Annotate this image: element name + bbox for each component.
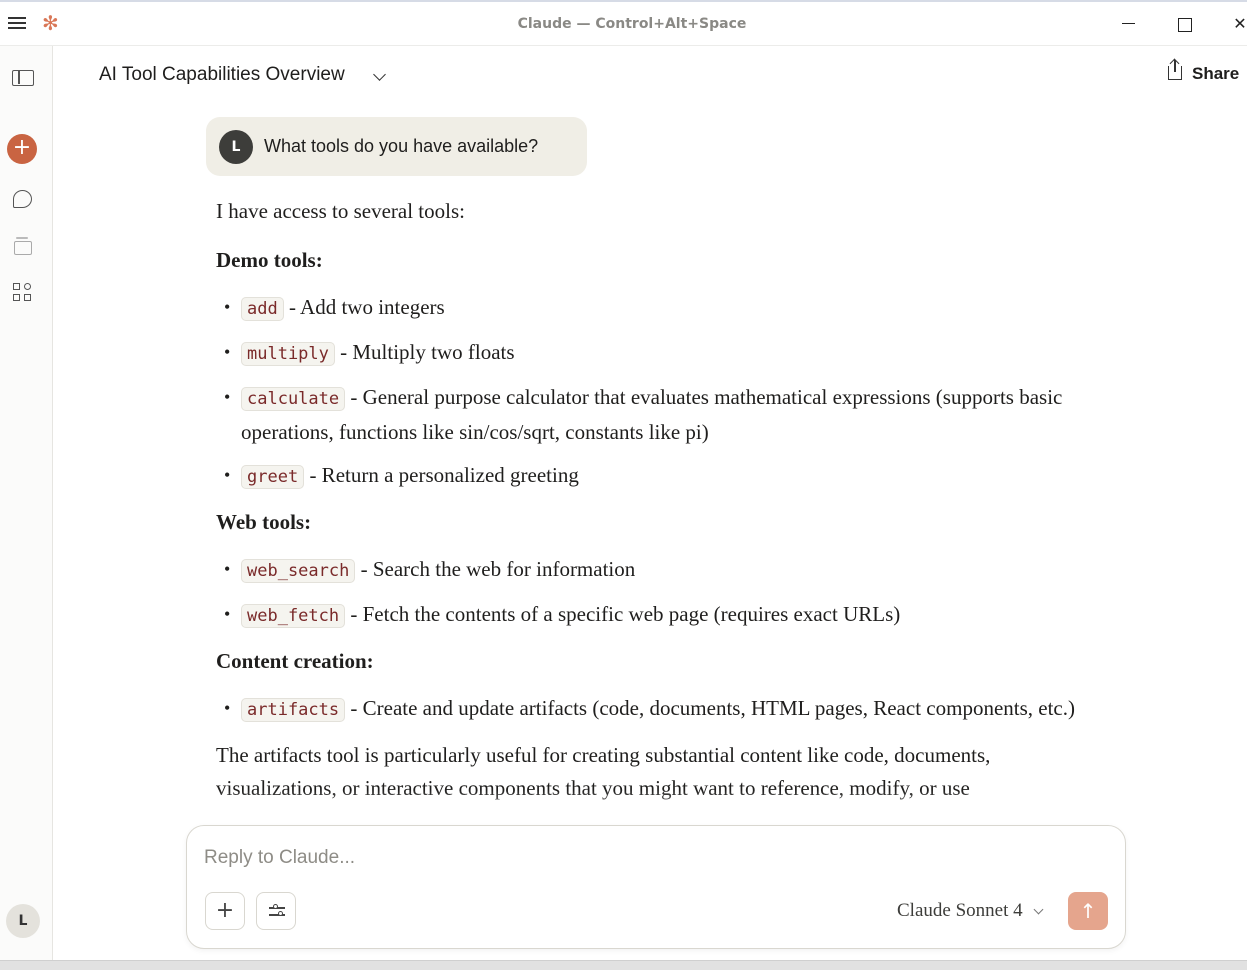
- response-intro: I have access to several tools:: [216, 199, 465, 223]
- tool-description: - Create and update artifacts (code, doc…: [345, 696, 1075, 720]
- tool-description: - Fetch the contents of a specific web p…: [345, 602, 901, 626]
- tool-code: artifacts: [241, 698, 346, 722]
- tool-code: multiply: [241, 342, 335, 366]
- list-item: multiply - Multiply two floats: [216, 336, 1076, 371]
- tool-list: add - Add two integers multiply - Multip…: [216, 291, 1076, 494]
- assistant-response: I have access to several tools: Demo too…: [216, 195, 1076, 821]
- tool-code: web_search: [241, 559, 356, 583]
- new-chat-button[interactable]: +: [7, 134, 37, 164]
- list-item: web_fetch - Fetch the contents of a spec…: [216, 598, 1076, 633]
- conversation-title[interactable]: AI Tool Capabilities Overview: [99, 64, 345, 86]
- model-selector[interactable]: Claude Sonnet 4: [897, 900, 1023, 922]
- close-icon[interactable]: ✕: [1228, 12, 1247, 36]
- list-item: add - Add two integers: [216, 291, 1076, 326]
- section-heading: Content creation:: [216, 649, 374, 673]
- window-bottom-edge: [0, 960, 1247, 970]
- sidebar: + L: [0, 46, 53, 960]
- user-message: L What tools do you have available?: [206, 117, 587, 176]
- composer: + Claude Sonnet 4 ↑: [186, 825, 1126, 949]
- window-title: Claude — Control+Alt+Space: [517, 16, 747, 32]
- list-item: artifacts - Create and update artifacts …: [216, 692, 1076, 727]
- tool-list: artifacts - Create and update artifacts …: [216, 692, 1076, 727]
- chevron-down-icon[interactable]: [1033, 904, 1044, 915]
- share-label: Share: [1192, 64, 1240, 83]
- user-message-text: What tools do you have available?: [264, 136, 539, 156]
- tool-code: calculate: [241, 387, 346, 411]
- list-item: greet - Return a personalized greeting: [216, 459, 1076, 494]
- list-item: calculate - General purpose calculator t…: [216, 381, 1076, 449]
- artifacts-icon[interactable]: [11, 281, 35, 305]
- tool-description: - Multiply two floats: [334, 340, 515, 364]
- section-heading: Web tools:: [216, 510, 312, 534]
- scroll-fade: [53, 790, 1247, 830]
- title-bar: ✻ Claude — Control+Alt+Space ✕: [0, 0, 1247, 46]
- projects-icon[interactable]: [11, 235, 35, 259]
- sidebar-toggle-icon[interactable]: [11, 66, 35, 90]
- user-avatar[interactable]: L: [6, 904, 40, 938]
- tool-code: add: [241, 297, 284, 321]
- minimize-icon[interactable]: [1117, 12, 1141, 36]
- chats-icon[interactable]: [11, 188, 35, 212]
- send-button[interactable]: ↑: [1068, 892, 1108, 930]
- reply-input[interactable]: [204, 844, 1084, 872]
- list-item: web_search - Search the web for informat…: [216, 553, 1076, 588]
- tool-code: greet: [241, 465, 305, 489]
- tool-description: - Return a personalized greeting: [304, 463, 579, 487]
- tool-description: - General purpose calculator that evalua…: [241, 385, 1063, 444]
- tools-settings-button[interactable]: [256, 892, 296, 930]
- tool-description: - Search the web for information: [355, 557, 636, 581]
- tool-list: web_search - Search the web for informat…: [216, 553, 1076, 633]
- tool-description: - Add two integers: [283, 295, 445, 319]
- maximize-icon[interactable]: [1173, 12, 1197, 36]
- user-message-avatar: L: [219, 130, 253, 164]
- share-icon: [1168, 60, 1182, 80]
- section-heading: Demo tools:: [216, 248, 323, 272]
- tool-code: web_fetch: [241, 604, 346, 628]
- add-attachment-button[interactable]: +: [205, 892, 245, 930]
- chevron-down-icon[interactable]: [373, 68, 386, 81]
